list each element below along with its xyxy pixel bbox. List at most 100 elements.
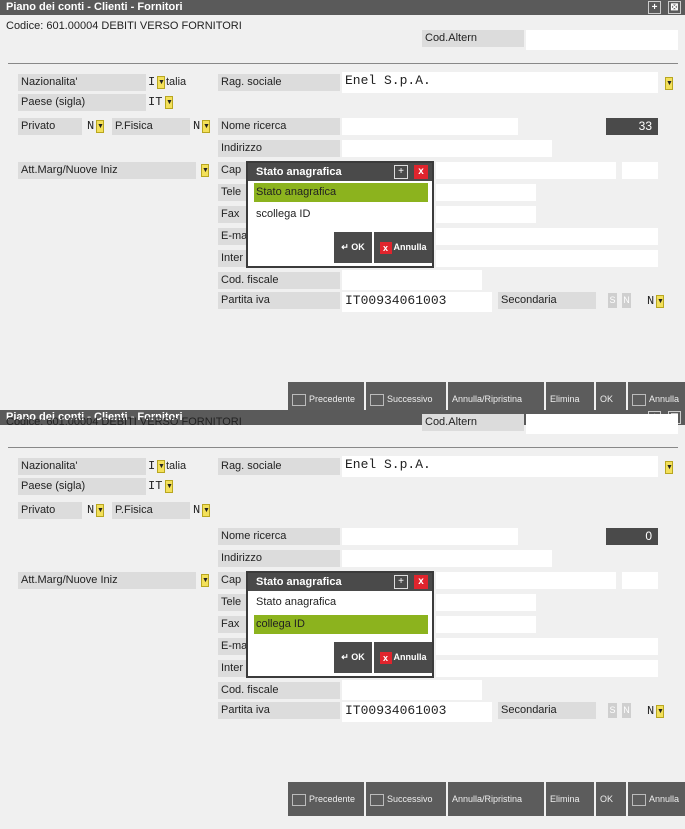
chevron-down-icon[interactable]: ▼ xyxy=(201,164,209,177)
stato-anagrafica-dialog: Stato anagrafica + x Stato anagrafica co… xyxy=(246,571,434,678)
fax-field[interactable] xyxy=(436,206,536,223)
maximize-icon[interactable]: + xyxy=(648,1,661,14)
paese-label: Paese (sigla) xyxy=(18,478,146,495)
chevron-down-icon[interactable]: ▼ xyxy=(165,480,173,493)
secondaria-label: Secondaria xyxy=(498,702,596,719)
internet-field[interactable] xyxy=(436,660,658,677)
internet-field[interactable] xyxy=(436,250,658,267)
ok-toolbar-button[interactable]: OK xyxy=(596,382,626,410)
telefono-field[interactable] xyxy=(436,594,536,611)
nazionalita-label: Nazionalita' xyxy=(18,458,146,475)
maximize-icon[interactable]: + xyxy=(394,165,408,179)
precedente-button[interactable]: Precedente xyxy=(288,382,364,410)
dialog-option[interactable]: scollega ID xyxy=(254,205,428,224)
form-panel-bottom: Piano dei conti - Clienti - Fornitori + … xyxy=(0,410,685,829)
fax-field[interactable] xyxy=(436,616,536,633)
paese-value[interactable]: IT xyxy=(148,94,162,111)
chevron-down-icon[interactable]: ▼ xyxy=(157,76,165,89)
partita-iva-field[interactable]: IT00934061003 xyxy=(342,292,492,312)
provincia-field[interactable] xyxy=(622,572,658,589)
close-icon: x xyxy=(379,651,392,664)
successivo-button[interactable]: Successivo xyxy=(366,782,446,816)
nazionalita-code[interactable]: I xyxy=(148,74,155,91)
close-icon[interactable]: x xyxy=(414,575,428,589)
ok-button[interactable]: ↵ OK xyxy=(334,232,372,263)
chevron-down-icon[interactable]: ▼ xyxy=(157,460,165,473)
chevron-down-icon[interactable]: ▼ xyxy=(665,461,673,474)
telefono-label: Tele xyxy=(218,594,248,611)
cancel-icon xyxy=(632,793,646,806)
elimina-button[interactable]: Elimina xyxy=(546,782,594,816)
successivo-button[interactable]: Successivo xyxy=(366,382,446,410)
pfisica-value[interactable]: N xyxy=(193,502,200,519)
privato-value[interactable]: N xyxy=(87,118,94,135)
restore-icon[interactable]: ⊠ xyxy=(668,1,681,14)
maximize-icon[interactable]: + xyxy=(394,575,408,589)
dialog-option[interactable]: Stato anagrafica xyxy=(254,593,428,612)
email-field[interactable] xyxy=(436,638,658,655)
nome-ricerca-field[interactable] xyxy=(342,528,518,545)
ok-button[interactable]: ↵ OK xyxy=(334,642,372,673)
dialog-option[interactable]: collega ID xyxy=(254,615,428,634)
nome-ricerca-label: Nome ricerca xyxy=(218,118,340,135)
back-arrow-icon xyxy=(292,793,306,806)
secondaria-n-button[interactable]: N xyxy=(622,703,631,718)
ok-toolbar-button[interactable]: OK xyxy=(596,782,626,816)
chevron-down-icon[interactable]: ▼ xyxy=(96,120,104,133)
nome-ricerca-field[interactable] xyxy=(342,118,518,135)
email-field[interactable] xyxy=(436,228,658,245)
annulla-ripristina-button[interactable]: Annulla/Ripristina xyxy=(448,382,544,410)
chevron-down-icon[interactable]: ▼ xyxy=(202,120,210,133)
codice-label: Codice: 601.00004 DEBITI VERSO FORNITORI xyxy=(6,20,242,32)
chevron-down-icon[interactable]: ▼ xyxy=(656,705,664,718)
cod-fiscale-field[interactable] xyxy=(342,270,482,290)
indirizzo-field[interactable] xyxy=(342,550,552,567)
chevron-down-icon[interactable]: ▼ xyxy=(96,504,104,517)
cod-altern-field[interactable] xyxy=(526,414,678,434)
paese-value[interactable]: IT xyxy=(148,478,162,495)
window-title-text: Piano dei conti - Clienti - Fornitori xyxy=(6,1,183,13)
localita-field[interactable] xyxy=(436,162,616,179)
secondaria-s-button[interactable]: S xyxy=(608,703,617,718)
email-label: E-ma xyxy=(218,638,248,655)
secondaria-value[interactable]: N xyxy=(647,293,654,310)
nazionalita-code[interactable]: I xyxy=(148,458,155,475)
annulla-toolbar-button[interactable]: Annulla xyxy=(628,382,685,410)
secondaria-n-button[interactable]: N xyxy=(622,293,631,308)
precedente-label: Precedente xyxy=(309,394,356,404)
provincia-field[interactable] xyxy=(622,162,658,179)
pfisica-value[interactable]: N xyxy=(193,118,200,135)
secondaria-s-button[interactable]: S xyxy=(608,293,617,308)
bottom-toolbar: Precedente Successivo Annulla/Ripristina… xyxy=(288,782,685,816)
internet-label: Inter xyxy=(218,250,248,267)
elimina-button[interactable]: Elimina xyxy=(546,382,594,410)
chevron-down-icon[interactable]: ▼ xyxy=(665,77,673,90)
chevron-down-icon[interactable]: ▼ xyxy=(656,295,664,308)
annulla-button[interactable]: x Annulla xyxy=(374,232,432,263)
rag-sociale-field[interactable]: Enel S.p.A. xyxy=(342,72,658,93)
rag-sociale-field[interactable]: Enel S.p.A. xyxy=(342,456,658,477)
precedente-button[interactable]: Precedente xyxy=(288,782,364,816)
annulla-toolbar-button[interactable]: Annulla xyxy=(628,782,685,816)
partita-iva-field[interactable]: IT00934061003 xyxy=(342,702,492,722)
privato-value[interactable]: N xyxy=(87,502,94,519)
telefono-field[interactable] xyxy=(436,184,536,201)
annulla-label: Annulla xyxy=(393,652,427,662)
indirizzo-field[interactable] xyxy=(342,140,552,157)
cod-altern-field[interactable] xyxy=(526,30,678,50)
ok-label: OK xyxy=(351,242,365,252)
nome-ricerca-label: Nome ricerca xyxy=(218,528,340,545)
cod-fiscale-field[interactable] xyxy=(342,680,482,700)
close-icon: x xyxy=(379,241,392,254)
annulla-label: Annulla xyxy=(393,242,427,252)
pfisica-label: P.Fisica xyxy=(112,118,190,135)
chevron-down-icon[interactable]: ▼ xyxy=(202,504,210,517)
annulla-ripristina-button[interactable]: Annulla/Ripristina xyxy=(448,782,544,816)
annulla-button[interactable]: x Annulla xyxy=(374,642,432,673)
dialog-option[interactable]: Stato anagrafica xyxy=(254,183,428,202)
secondaria-value[interactable]: N xyxy=(647,703,654,720)
localita-field[interactable] xyxy=(436,572,616,589)
close-icon[interactable]: x xyxy=(414,165,428,179)
chevron-down-icon[interactable]: ▼ xyxy=(165,96,173,109)
chevron-down-icon[interactable]: ▼ xyxy=(201,574,209,587)
